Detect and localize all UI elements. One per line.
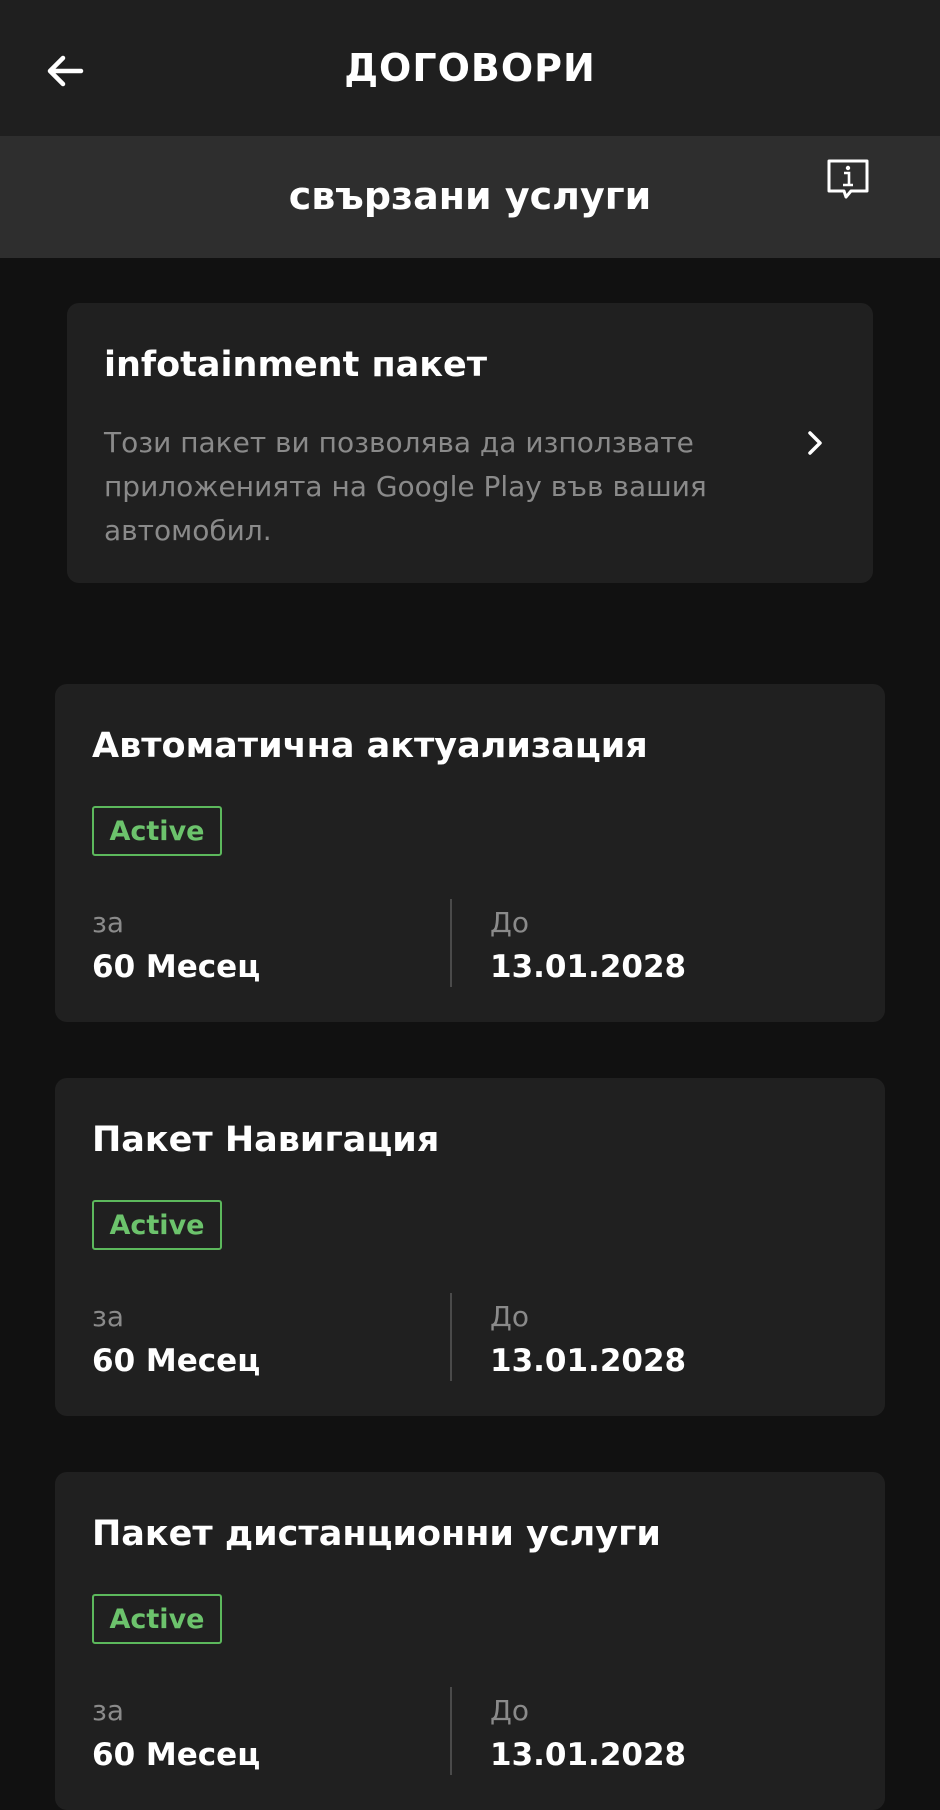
end-date-value: 13.01.2028 [490, 1737, 687, 1773]
end-date-value: 13.01.2028 [490, 949, 687, 985]
top-app-bar: ДОГОВОРИ [0, 0, 940, 136]
end-date-label: До [490, 1300, 530, 1333]
service-title: Автоматична актуализация [92, 726, 648, 766]
chevron-right-icon [795, 423, 835, 463]
service-title: Пакет дистанционни услуги [92, 1514, 661, 1554]
service-card-remote-services: Пакет дистанционни услуги Active за 60 М… [55, 1472, 885, 1810]
infotainment-description: Този пакет ви позволява да използвате пр… [104, 426, 707, 547]
section-header: свързани услуги [0, 136, 940, 258]
page-title: ДОГОВОРИ [344, 46, 596, 90]
duration-value: 60 Месец [92, 949, 261, 985]
status-badge: Active [92, 1594, 222, 1644]
status-badge: Active [92, 806, 222, 856]
infotainment-title: infotainment пакет [104, 345, 488, 385]
end-date-value: 13.01.2028 [490, 1343, 687, 1379]
section-title: свързани услуги [288, 174, 652, 218]
end-date-label: До [490, 906, 530, 939]
column-divider [450, 1293, 452, 1381]
duration-label: за [92, 906, 125, 939]
end-date-label: До [490, 1694, 530, 1727]
service-card-auto-update: Автоматична актуализация Active за 60 Ме… [55, 684, 885, 1022]
service-title: Пакет Навигация [92, 1120, 440, 1160]
column-divider [450, 899, 452, 987]
column-divider [450, 1687, 452, 1775]
duration-label: за [92, 1300, 125, 1333]
infotainment-package-card[interactable]: infotainment пакет Този пакет ви позволя… [67, 303, 873, 583]
info-button[interactable] [818, 150, 878, 210]
duration-label: за [92, 1694, 125, 1727]
service-card-navigation: Пакет Навигация Active за 60 Месец До 13… [55, 1078, 885, 1416]
duration-value: 60 Месец [92, 1343, 261, 1379]
duration-value: 60 Месец [92, 1737, 261, 1773]
info-message-icon [827, 159, 869, 199]
status-badge: Active [92, 1200, 222, 1250]
